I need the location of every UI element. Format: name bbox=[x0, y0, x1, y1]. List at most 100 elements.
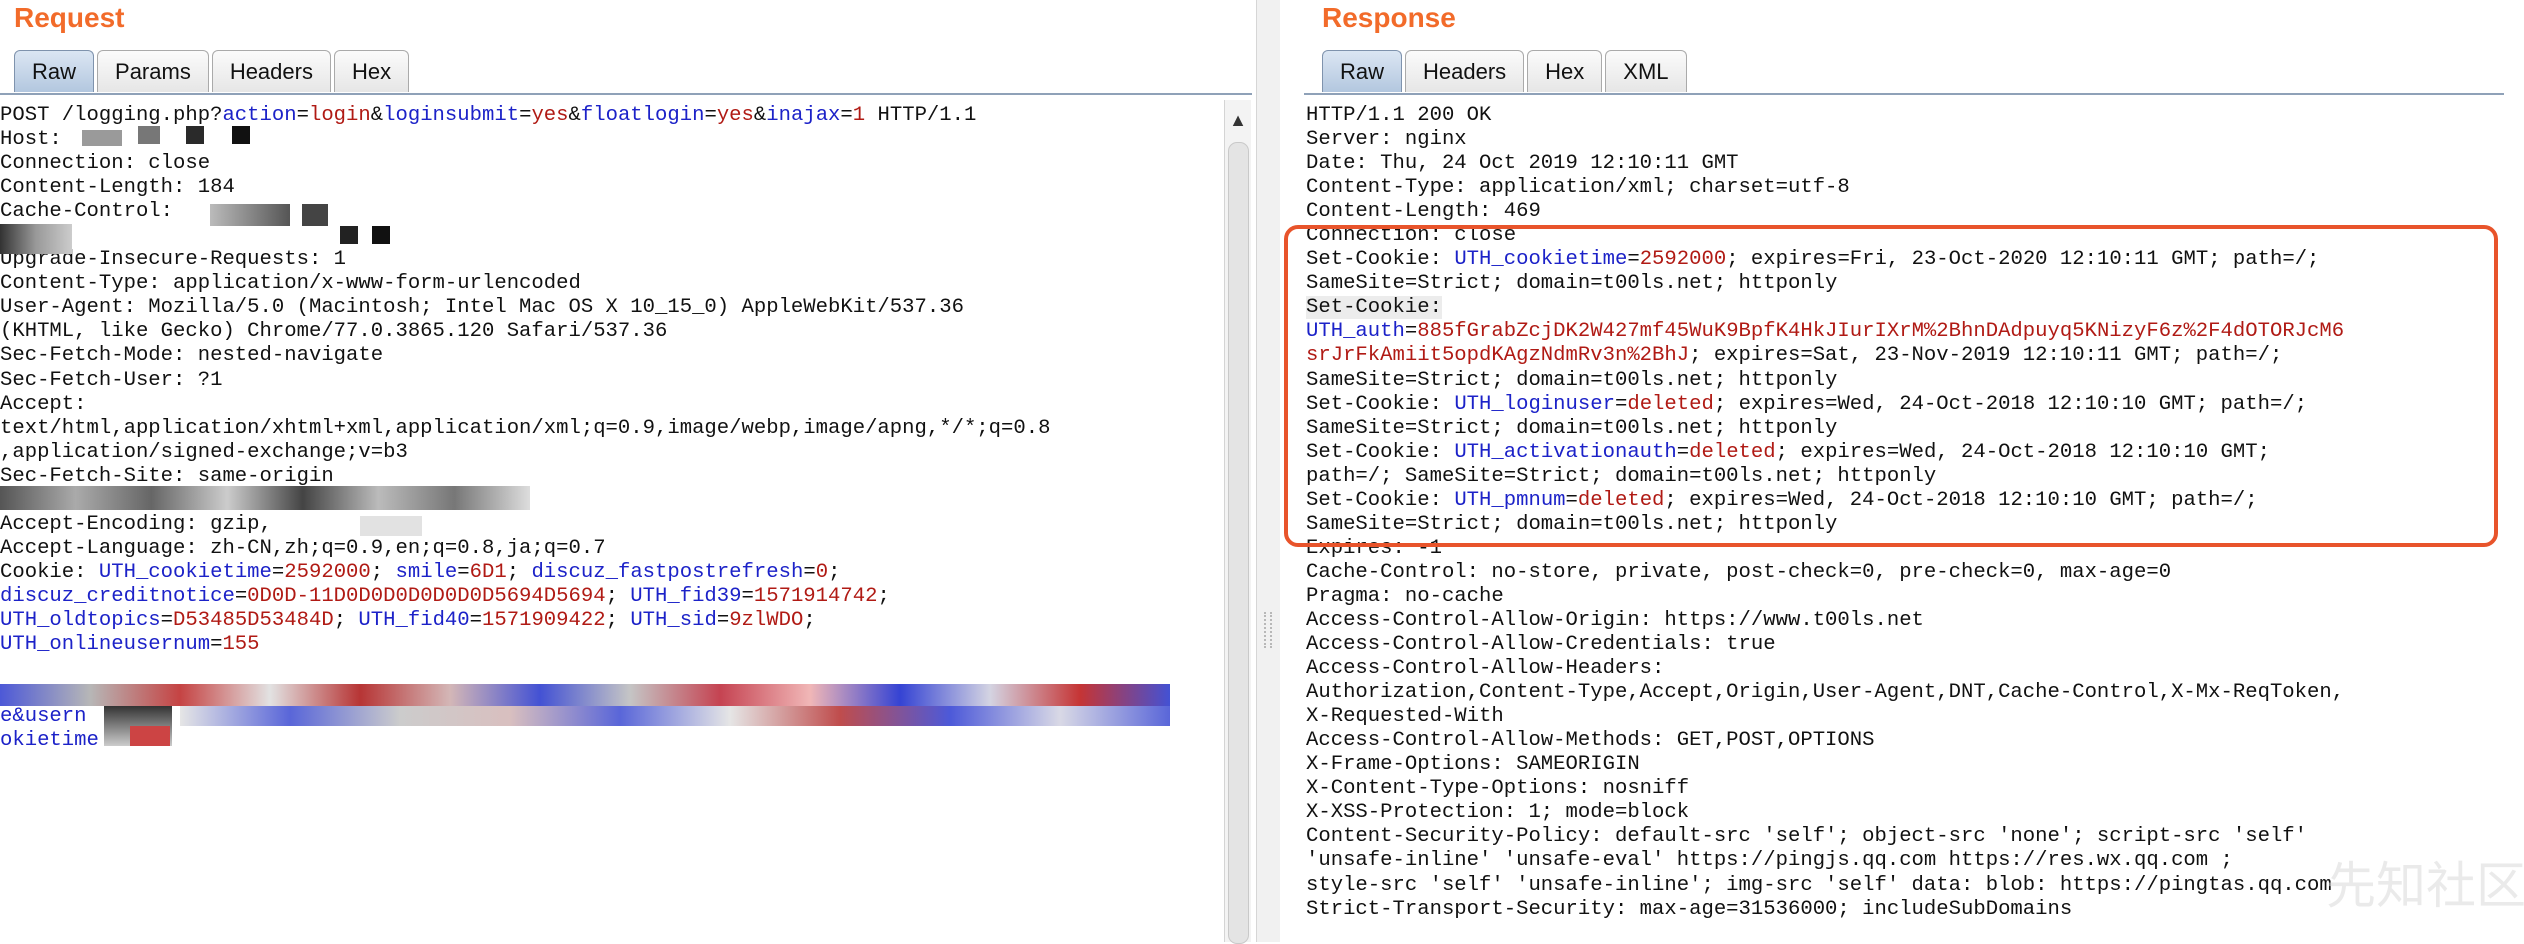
param-name: discuz_creditnotice bbox=[0, 584, 235, 608]
code-text: & bbox=[370, 104, 384, 127]
code-text: Host: bbox=[0, 128, 62, 152]
param-value: yes bbox=[531, 104, 569, 127]
code-line: Cache-Control: bbox=[0, 200, 1222, 224]
code-text: Access-Control-Allow-Headers: bbox=[1306, 657, 1665, 681]
redaction-mosaic bbox=[372, 226, 390, 244]
code-text: = bbox=[160, 608, 174, 632]
param-name: okietime bbox=[0, 729, 99, 753]
code-text: User-Agent: Mozilla/5.0 (Macintosh; Inte… bbox=[0, 296, 964, 320]
response-tabs: Raw Headers Hex XML bbox=[1322, 50, 1690, 94]
redaction-mosaic bbox=[130, 726, 170, 746]
code-text: = bbox=[469, 608, 483, 632]
code-line: Access-Control-Allow-Headers: bbox=[1306, 657, 2516, 681]
code-line: Upgrade-Insecure-Requests: 1 bbox=[0, 248, 1222, 272]
code-line: X-Requested-With bbox=[1306, 705, 2516, 729]
redaction-mosaic bbox=[210, 204, 290, 226]
code-line: UTH_oldtopics=D53485D53484D; UTH_fid40=1… bbox=[0, 609, 1222, 633]
code-text: Content-Type: application/x-www-form-url… bbox=[0, 272, 581, 296]
code-text: ; bbox=[828, 560, 841, 584]
tab-hex[interactable]: Hex bbox=[333, 50, 410, 92]
code-text: = bbox=[840, 104, 853, 127]
code-text: = bbox=[519, 104, 532, 127]
code-text: = bbox=[704, 104, 717, 127]
code-line: text/html,application/xhtml+xml,applicat… bbox=[0, 417, 1222, 441]
tab-hex[interactable]: Hex bbox=[1527, 50, 1603, 92]
request-scrollbar[interactable]: ▲ bbox=[1224, 100, 1251, 944]
param-value: 6D1 bbox=[469, 560, 507, 584]
code-text: X-XSS-Protection: 1; mode=block bbox=[1306, 801, 1690, 825]
code-text: Cookie: bbox=[0, 560, 99, 584]
tab-raw[interactable]: Raw bbox=[1322, 50, 1403, 92]
param-name: discuz_fastpostrefresh bbox=[531, 560, 804, 584]
code-text: = bbox=[457, 560, 470, 584]
code-text: X-Content-Type-Options: nosniff bbox=[1306, 777, 1690, 801]
code-line: UTH_onlineusernum=155 bbox=[0, 633, 1222, 657]
param-name: UTH_sid bbox=[630, 608, 717, 632]
code-text: Strict-Transport-Security: max-age=31536… bbox=[1306, 897, 2073, 921]
code-text: = bbox=[234, 584, 248, 608]
code-text: Server: nginx bbox=[1306, 128, 1467, 152]
tab-xml[interactable]: XML bbox=[1605, 50, 1687, 92]
code-text: Date: Thu, 24 Oct 2019 12:10:11 GMT bbox=[1306, 152, 1739, 176]
divider-grip-icon[interactable] bbox=[1264, 612, 1272, 648]
tab-headers[interactable]: Headers bbox=[1405, 50, 1525, 92]
code-line: X-Content-Type-Options: nosniff bbox=[1306, 777, 2516, 801]
param-value: 9zlWDO bbox=[729, 608, 804, 632]
code-line: (KHTML, like Gecko) Chrome/77.0.3865.120… bbox=[0, 320, 1222, 344]
code-text: = bbox=[210, 633, 223, 657]
param-name: floatlogin bbox=[580, 104, 705, 127]
code-line: ,application/signed-exchange;v=b3 bbox=[0, 441, 1222, 465]
tab-params[interactable]: Params bbox=[97, 50, 209, 92]
scroll-thumb[interactable] bbox=[1228, 142, 1249, 944]
code-text: & bbox=[568, 104, 581, 127]
code-line: Access-Control-Allow-Credentials: true bbox=[1306, 633, 2516, 657]
scroll-up-arrow-icon[interactable]: ▲ bbox=[1225, 100, 1251, 140]
code-text: ; bbox=[605, 584, 631, 608]
code-line: HTTP/1.1 200 OK bbox=[1306, 104, 2516, 128]
redaction-mosaic bbox=[82, 130, 122, 146]
code-text: (KHTML, like Gecko) Chrome/77.0.3865.120… bbox=[0, 320, 668, 344]
code-line: Access-Control-Allow-Origin: https://www… bbox=[1306, 609, 2516, 633]
param-name: UTH_cookietime bbox=[98, 560, 272, 584]
param-value: 0 bbox=[815, 560, 829, 584]
code-text: = bbox=[803, 560, 816, 584]
tab-raw[interactable]: Raw bbox=[14, 50, 95, 92]
param-value: 2592000 bbox=[284, 560, 371, 584]
code-text: Content-Length: 184 bbox=[0, 176, 235, 200]
code-text: = bbox=[741, 584, 754, 608]
code-text: POST /logging.php? bbox=[0, 104, 223, 127]
code-text: 'unsafe-inline' 'unsafe-eval' https://pi… bbox=[1306, 849, 2233, 873]
code-text: ; bbox=[605, 608, 631, 632]
param-value: 1 bbox=[852, 104, 866, 127]
code-text: Accept: bbox=[0, 392, 87, 416]
code-line: Accept-Language: zh-CN,zh;q=0.9,en;q=0.8… bbox=[0, 537, 1222, 561]
code-text: Cache-Control: no-store, private, post-c… bbox=[1306, 560, 2172, 584]
code-text: Sec-Fetch-User: ?1 bbox=[0, 368, 223, 392]
code-line: Content-Type: application/xml; charset=u… bbox=[1306, 176, 2516, 200]
code-text: Access-Control-Allow-Credentials: true bbox=[1306, 633, 1776, 657]
param-value: 1571914742 bbox=[753, 584, 878, 608]
code-text: ; bbox=[877, 584, 890, 608]
code-line: Accept-Encoding: gzip, bbox=[0, 513, 1222, 537]
code-line: Sec-Fetch-Mode: nested-navigate bbox=[0, 344, 1222, 368]
param-value: 0D0D-11D0D0D0D0D0D0D5694D5694 bbox=[247, 584, 606, 608]
code-line: X-XSS-Protection: 1; mode=block bbox=[1306, 801, 2516, 825]
code-text: Pragma: no-cache bbox=[1306, 584, 1504, 608]
redaction-mosaic bbox=[360, 516, 422, 536]
request-title: Request bbox=[14, 2, 125, 33]
code-text: Cache-Control: bbox=[0, 200, 174, 224]
code-line: Date: Thu, 24 Oct 2019 12:10:11 GMT bbox=[1306, 152, 2516, 176]
request-raw-editor[interactable]: POST /logging.php?action=login&loginsubm… bbox=[0, 104, 1222, 940]
split-pane-divider[interactable] bbox=[1256, 0, 1282, 942]
param-name: UTH_oldtopics bbox=[0, 608, 161, 632]
code-line: okietime bbox=[0, 729, 1222, 753]
param-value: 1571909422 bbox=[482, 608, 606, 632]
redaction-mosaic bbox=[232, 126, 250, 144]
response-title: Response bbox=[1322, 2, 1456, 33]
tab-headers[interactable]: Headers bbox=[211, 50, 331, 92]
code-line: Access-Control-Allow-Methods: GET,POST,O… bbox=[1306, 729, 2516, 753]
code-text: ,application/signed-exchange;v=b3 bbox=[0, 440, 408, 464]
redaction-mosaic bbox=[180, 706, 1170, 726]
